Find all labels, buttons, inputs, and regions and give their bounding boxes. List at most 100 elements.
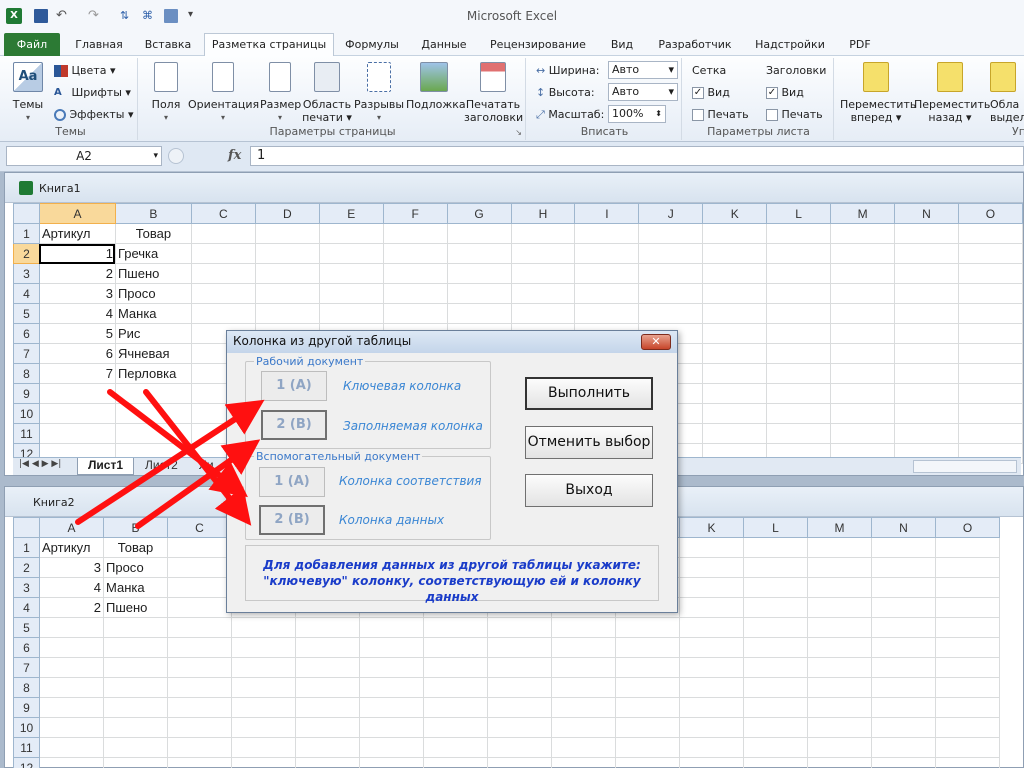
cell-b12[interactable] (103, 757, 168, 768)
cell-b8[interactable] (103, 677, 168, 698)
cell-h4[interactable] (510, 283, 576, 304)
cell-k7[interactable] (702, 343, 768, 364)
cell-m5[interactable] (830, 303, 896, 324)
cell-b10[interactable] (114, 403, 192, 424)
cell-a1[interactable]: Артикул (39, 537, 104, 558)
row-header[interactable]: 7 (13, 343, 40, 364)
cell-e9[interactable] (295, 697, 360, 718)
cell-l10[interactable] (766, 403, 832, 424)
cell-h1[interactable] (510, 223, 576, 244)
cell-c2[interactable] (167, 557, 232, 578)
cell-a1[interactable]: Артикул (38, 223, 116, 244)
cell-k7[interactable] (679, 657, 744, 678)
cell-i9[interactable] (551, 697, 616, 718)
cell-n4[interactable] (871, 597, 936, 618)
width-select[interactable]: Авто ▾ (608, 61, 678, 79)
margins-button[interactable]: Поля ▾ (146, 62, 186, 124)
cell-k6[interactable] (679, 637, 744, 658)
cell-l8[interactable] (766, 363, 832, 384)
tab-developer[interactable]: Разработчик (652, 36, 738, 56)
cell-k8[interactable] (679, 677, 744, 698)
cell-g5[interactable] (423, 617, 488, 638)
cell-d11[interactable] (231, 737, 296, 758)
cell-f4[interactable] (382, 283, 448, 304)
cell-k2[interactable] (702, 243, 768, 264)
cell-o9[interactable] (957, 383, 1024, 404)
cell-i5[interactable] (574, 303, 640, 324)
cell-o7[interactable] (935, 657, 1000, 678)
tab-addins[interactable]: Надстройки (744, 36, 836, 56)
cell-n3[interactable] (871, 577, 936, 598)
column-header-b[interactable]: B (114, 203, 192, 224)
cell-k4[interactable] (702, 283, 768, 304)
cell-m3[interactable] (807, 577, 872, 598)
cell-k10[interactable] (702, 403, 768, 424)
cell-l1[interactable] (766, 223, 832, 244)
cell-b5[interactable]: Манка (114, 303, 192, 324)
cell-b11[interactable] (103, 737, 168, 758)
row-header[interactable]: 3 (13, 263, 40, 284)
cell-n6[interactable] (871, 637, 936, 658)
cell-l11[interactable] (743, 737, 808, 758)
row-header[interactable]: 10 (13, 403, 40, 424)
cell-n6[interactable] (894, 323, 959, 344)
cell-n12[interactable] (871, 757, 936, 768)
cell-a5[interactable]: 4 (38, 303, 116, 324)
cell-a3[interactable]: 4 (39, 577, 104, 598)
row-header[interactable]: 6 (13, 323, 40, 344)
cell-n2[interactable] (871, 557, 936, 578)
cell-b9[interactable] (103, 697, 168, 718)
cell-o6[interactable] (957, 323, 1024, 344)
name-box-dropdown-icon[interactable]: ▾ (153, 147, 158, 165)
row-header[interactable]: 5 (13, 617, 40, 638)
cell-n10[interactable] (894, 403, 959, 424)
print-area-button[interactable]: Область печати ▾ (302, 62, 352, 124)
cell-g2[interactable] (446, 243, 512, 264)
cell-i2[interactable] (574, 243, 640, 264)
cell-d6[interactable] (231, 637, 296, 658)
cell-d9[interactable] (231, 697, 296, 718)
cancel-selection-button[interactable]: Отменить выбор (525, 426, 653, 459)
cell-a9[interactable] (38, 383, 116, 404)
cell-e1[interactable] (318, 223, 384, 244)
column-header-d[interactable]: D (254, 203, 320, 224)
cell-o7[interactable] (957, 343, 1024, 364)
cell-k9[interactable] (702, 383, 768, 404)
cell-m6[interactable] (807, 637, 872, 658)
cell-b1[interactable]: Товар (114, 223, 192, 244)
headings-print-checkbox[interactable]: Печать (766, 108, 823, 121)
send-backward-button[interactable]: Переместить назад ▾ (914, 62, 990, 124)
cell-n9[interactable] (894, 383, 959, 404)
cell-b5[interactable] (103, 617, 168, 638)
background-button[interactable]: Подложка (406, 62, 466, 111)
cell-j6[interactable] (615, 637, 680, 658)
cell-l2[interactable] (766, 243, 832, 264)
cell-c3[interactable] (190, 263, 256, 284)
cell-g3[interactable] (446, 263, 512, 284)
tab-page-layout[interactable]: Разметка страницы (204, 33, 334, 57)
cell-f6[interactable] (359, 637, 424, 658)
cell-d1[interactable] (254, 223, 320, 244)
cell-i4[interactable] (574, 283, 640, 304)
cell-o4[interactable] (935, 597, 1000, 618)
cell-f5[interactable] (382, 303, 448, 324)
cell-o3[interactable] (957, 263, 1024, 284)
cell-a6[interactable] (39, 637, 104, 658)
match-column-button[interactable]: 1 (A) (259, 467, 325, 497)
cell-i12[interactable] (551, 757, 616, 768)
cell-k5[interactable] (702, 303, 768, 324)
cell-j7[interactable] (615, 657, 680, 678)
cell-c11[interactable] (167, 737, 232, 758)
key-column-button[interactable]: 1 (A) (261, 371, 327, 401)
cell-i6[interactable] (551, 637, 616, 658)
cell-n2[interactable] (894, 243, 959, 264)
cell-l10[interactable] (743, 717, 808, 738)
cell-a10[interactable] (38, 403, 116, 424)
sheet-tab-3[interactable]: Ли (189, 458, 224, 475)
cell-a7[interactable]: 6 (38, 343, 116, 364)
cell-g5[interactable] (446, 303, 512, 324)
selection-pane-button[interactable]: Обла выделе (990, 62, 1024, 124)
name-box[interactable]: A2 ▾ (6, 146, 162, 166)
breaks-button[interactable]: Разрывы ▾ (354, 62, 404, 124)
insert-function-icon[interactable]: fx (228, 148, 241, 163)
